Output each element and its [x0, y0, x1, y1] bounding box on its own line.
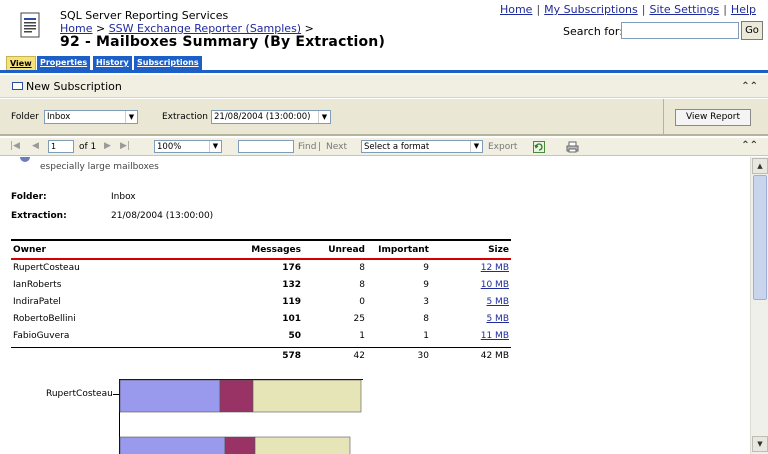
folder-select[interactable]: Inbox ▼ [44, 110, 138, 124]
app-title: SQL Server Reporting Services [60, 9, 229, 22]
first-page-icon[interactable]: |◀ [10, 141, 20, 151]
chevron-down-icon: ▼ [470, 141, 482, 152]
zoom-select[interactable]: 100% ▼ [154, 140, 222, 153]
home-link[interactable]: Home [500, 3, 532, 16]
chart-bar-segment [219, 379, 254, 413]
find-separator: | [318, 142, 322, 152]
chart-bar-segment [252, 379, 362, 413]
page-number-input[interactable]: 1 [48, 140, 74, 153]
tab-bar: View Properties History Subscriptions [0, 56, 768, 70]
next-page-icon[interactable]: ▶ [104, 141, 111, 151]
report-body: especially large mailboxes Folder: Inbox… [0, 157, 750, 454]
search-input[interactable] [621, 22, 739, 39]
chart-bar-segment [254, 436, 351, 454]
next-link[interactable]: Next [326, 142, 347, 152]
subscription-bar: New Subscription ⌃⌃ [0, 75, 768, 98]
previous-page-icon[interactable]: ◀ [32, 141, 39, 151]
extraction-select-value: 21/08/2004 (13:00:00) [214, 112, 311, 122]
chevron-down-icon: ▼ [209, 141, 221, 152]
double-chevron-up-icon[interactable]: ⌃⌃ [741, 81, 758, 92]
find-input[interactable] [238, 140, 294, 153]
new-subscription-link[interactable]: New Subscription [26, 80, 122, 93]
chevron-down-icon: ▼ [125, 111, 137, 123]
scroll-down-icon[interactable]: ▼ [752, 436, 768, 452]
search-label: Search for: [563, 25, 623, 38]
parameters-area: Folder Inbox ▼ Extraction 21/08/2004 (13… [0, 99, 768, 136]
tab-subscriptions[interactable]: Subscriptions [134, 56, 202, 70]
scroll-thumb[interactable] [753, 175, 767, 300]
chevron-down-icon: ▼ [318, 111, 330, 123]
format-select-value: Select a format [364, 142, 430, 152]
find-link[interactable]: Find [298, 142, 316, 152]
refresh-icon[interactable] [533, 141, 545, 153]
tab-history[interactable]: History [93, 56, 132, 70]
parameters-divider [663, 99, 664, 136]
page-count: of 1 [79, 142, 97, 152]
print-icon[interactable] [566, 141, 579, 153]
folder-select-value: Inbox [47, 112, 71, 122]
folder-param-label: Folder [11, 112, 39, 122]
stacked-bar-chart [119, 379, 362, 454]
tab-properties[interactable]: Properties [37, 56, 91, 70]
site-settings-link[interactable]: Site Settings [649, 3, 719, 16]
go-button[interactable]: Go [741, 21, 763, 40]
my-subscriptions-link[interactable]: My Subscriptions [544, 3, 638, 16]
extraction-select[interactable]: 21/08/2004 (13:00:00) ▼ [211, 110, 331, 124]
envelope-icon [12, 82, 23, 90]
chart-bar-segment [119, 379, 221, 413]
report-icon [20, 12, 40, 38]
zoom-select-value: 100% [157, 142, 182, 152]
page-title: 92 - Mailboxes Summary (By Extraction) [60, 34, 386, 50]
export-link[interactable]: Export [488, 142, 517, 152]
page-header: SQL Server Reporting Services Home > SSW… [0, 0, 768, 56]
report-toolbar: |◀ ◀ 1 of 1 ▶ ▶| 100% ▼ Find | Next Sele… [0, 138, 768, 156]
view-report-button[interactable]: View Report [675, 109, 751, 126]
top-links: Home | My Subscriptions | Site Settings | Help [499, 3, 756, 16]
format-select[interactable]: Select a format ▼ [361, 140, 483, 153]
double-chevron-up-icon[interactable]: ⌃⌃ [741, 140, 758, 151]
scroll-up-icon[interactable]: ▲ [752, 158, 768, 174]
help-link[interactable]: Help [731, 3, 756, 16]
tab-view[interactable]: View [6, 56, 36, 70]
chart-bar-segment [119, 436, 226, 454]
chart-bar-segment [224, 436, 256, 454]
extraction-param-label: Extraction [162, 112, 208, 122]
tab-underline [0, 70, 768, 73]
last-page-icon[interactable]: ▶| [120, 141, 130, 151]
vertical-scrollbar[interactable]: ▲ ▼ [750, 157, 768, 454]
